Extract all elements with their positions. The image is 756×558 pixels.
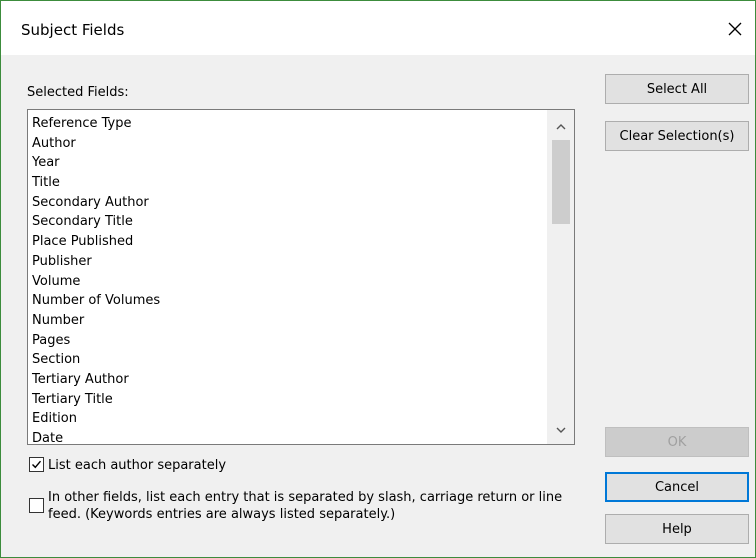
list-item[interactable]: Number [32, 311, 542, 331]
other-fields-option[interactable]: In other fields, list each entry that is… [29, 489, 569, 523]
scroll-thumb[interactable] [552, 140, 570, 224]
list-item[interactable]: Secondary Title [32, 212, 542, 232]
list-item[interactable]: Publisher [32, 252, 542, 272]
dialog-title: Subject Fields [21, 21, 125, 39]
chevron-down-icon [556, 427, 566, 433]
list-item[interactable]: Section [32, 350, 542, 370]
list-item[interactable]: Author [32, 134, 542, 154]
select-all-button[interactable]: Select All [605, 74, 749, 104]
ok-button[interactable]: OK [605, 427, 749, 457]
selected-fields-listbox[interactable]: Reference Type Author Year Title Secondary A… [27, 109, 575, 445]
list-authors-option[interactable]: List each author separately [29, 457, 226, 474]
other-fields-label: In other fields, list each entry that is… [48, 490, 563, 522]
checkmark-icon [32, 460, 42, 469]
list-item[interactable]: Pages [32, 331, 542, 351]
close-button[interactable] [721, 15, 749, 43]
list-item[interactable]: Secondary Author [32, 193, 542, 213]
cancel-button[interactable]: Cancel [605, 472, 749, 502]
other-fields-checkbox[interactable] [29, 498, 44, 513]
list-item[interactable]: Edition [32, 409, 542, 429]
vertical-scrollbar[interactable] [547, 110, 574, 444]
scroll-up-button[interactable] [548, 116, 574, 136]
list-authors-checkbox[interactable] [29, 457, 44, 472]
list-item[interactable]: Title [32, 173, 542, 193]
help-button[interactable]: Help [605, 514, 749, 544]
list-authors-label: List each author separately [48, 458, 227, 473]
list-item[interactable]: Place Published [32, 232, 542, 252]
list-item[interactable]: Tertiary Title [32, 390, 542, 410]
subject-fields-dialog: Subject Fields Selected Fields: Referenc… [0, 0, 756, 558]
list-item[interactable]: Number of Volumes [32, 291, 542, 311]
close-icon [728, 22, 742, 36]
selected-fields-label: Selected Fields: [27, 85, 129, 100]
selected-fields-list: Reference Type Author Year Title Secondary A… [32, 114, 542, 444]
chevron-up-icon [556, 123, 566, 129]
list-item[interactable]: Volume [32, 272, 542, 292]
list-item[interactable]: Year [32, 153, 542, 173]
title-bar: Subject Fields [1, 1, 755, 55]
scroll-down-button[interactable] [548, 420, 574, 440]
list-item[interactable]: Date [32, 429, 542, 444]
clear-selection-button[interactable]: Clear Selection(s) [605, 121, 749, 151]
list-item[interactable]: Reference Type [32, 114, 542, 134]
list-item[interactable]: Tertiary Author [32, 370, 542, 390]
